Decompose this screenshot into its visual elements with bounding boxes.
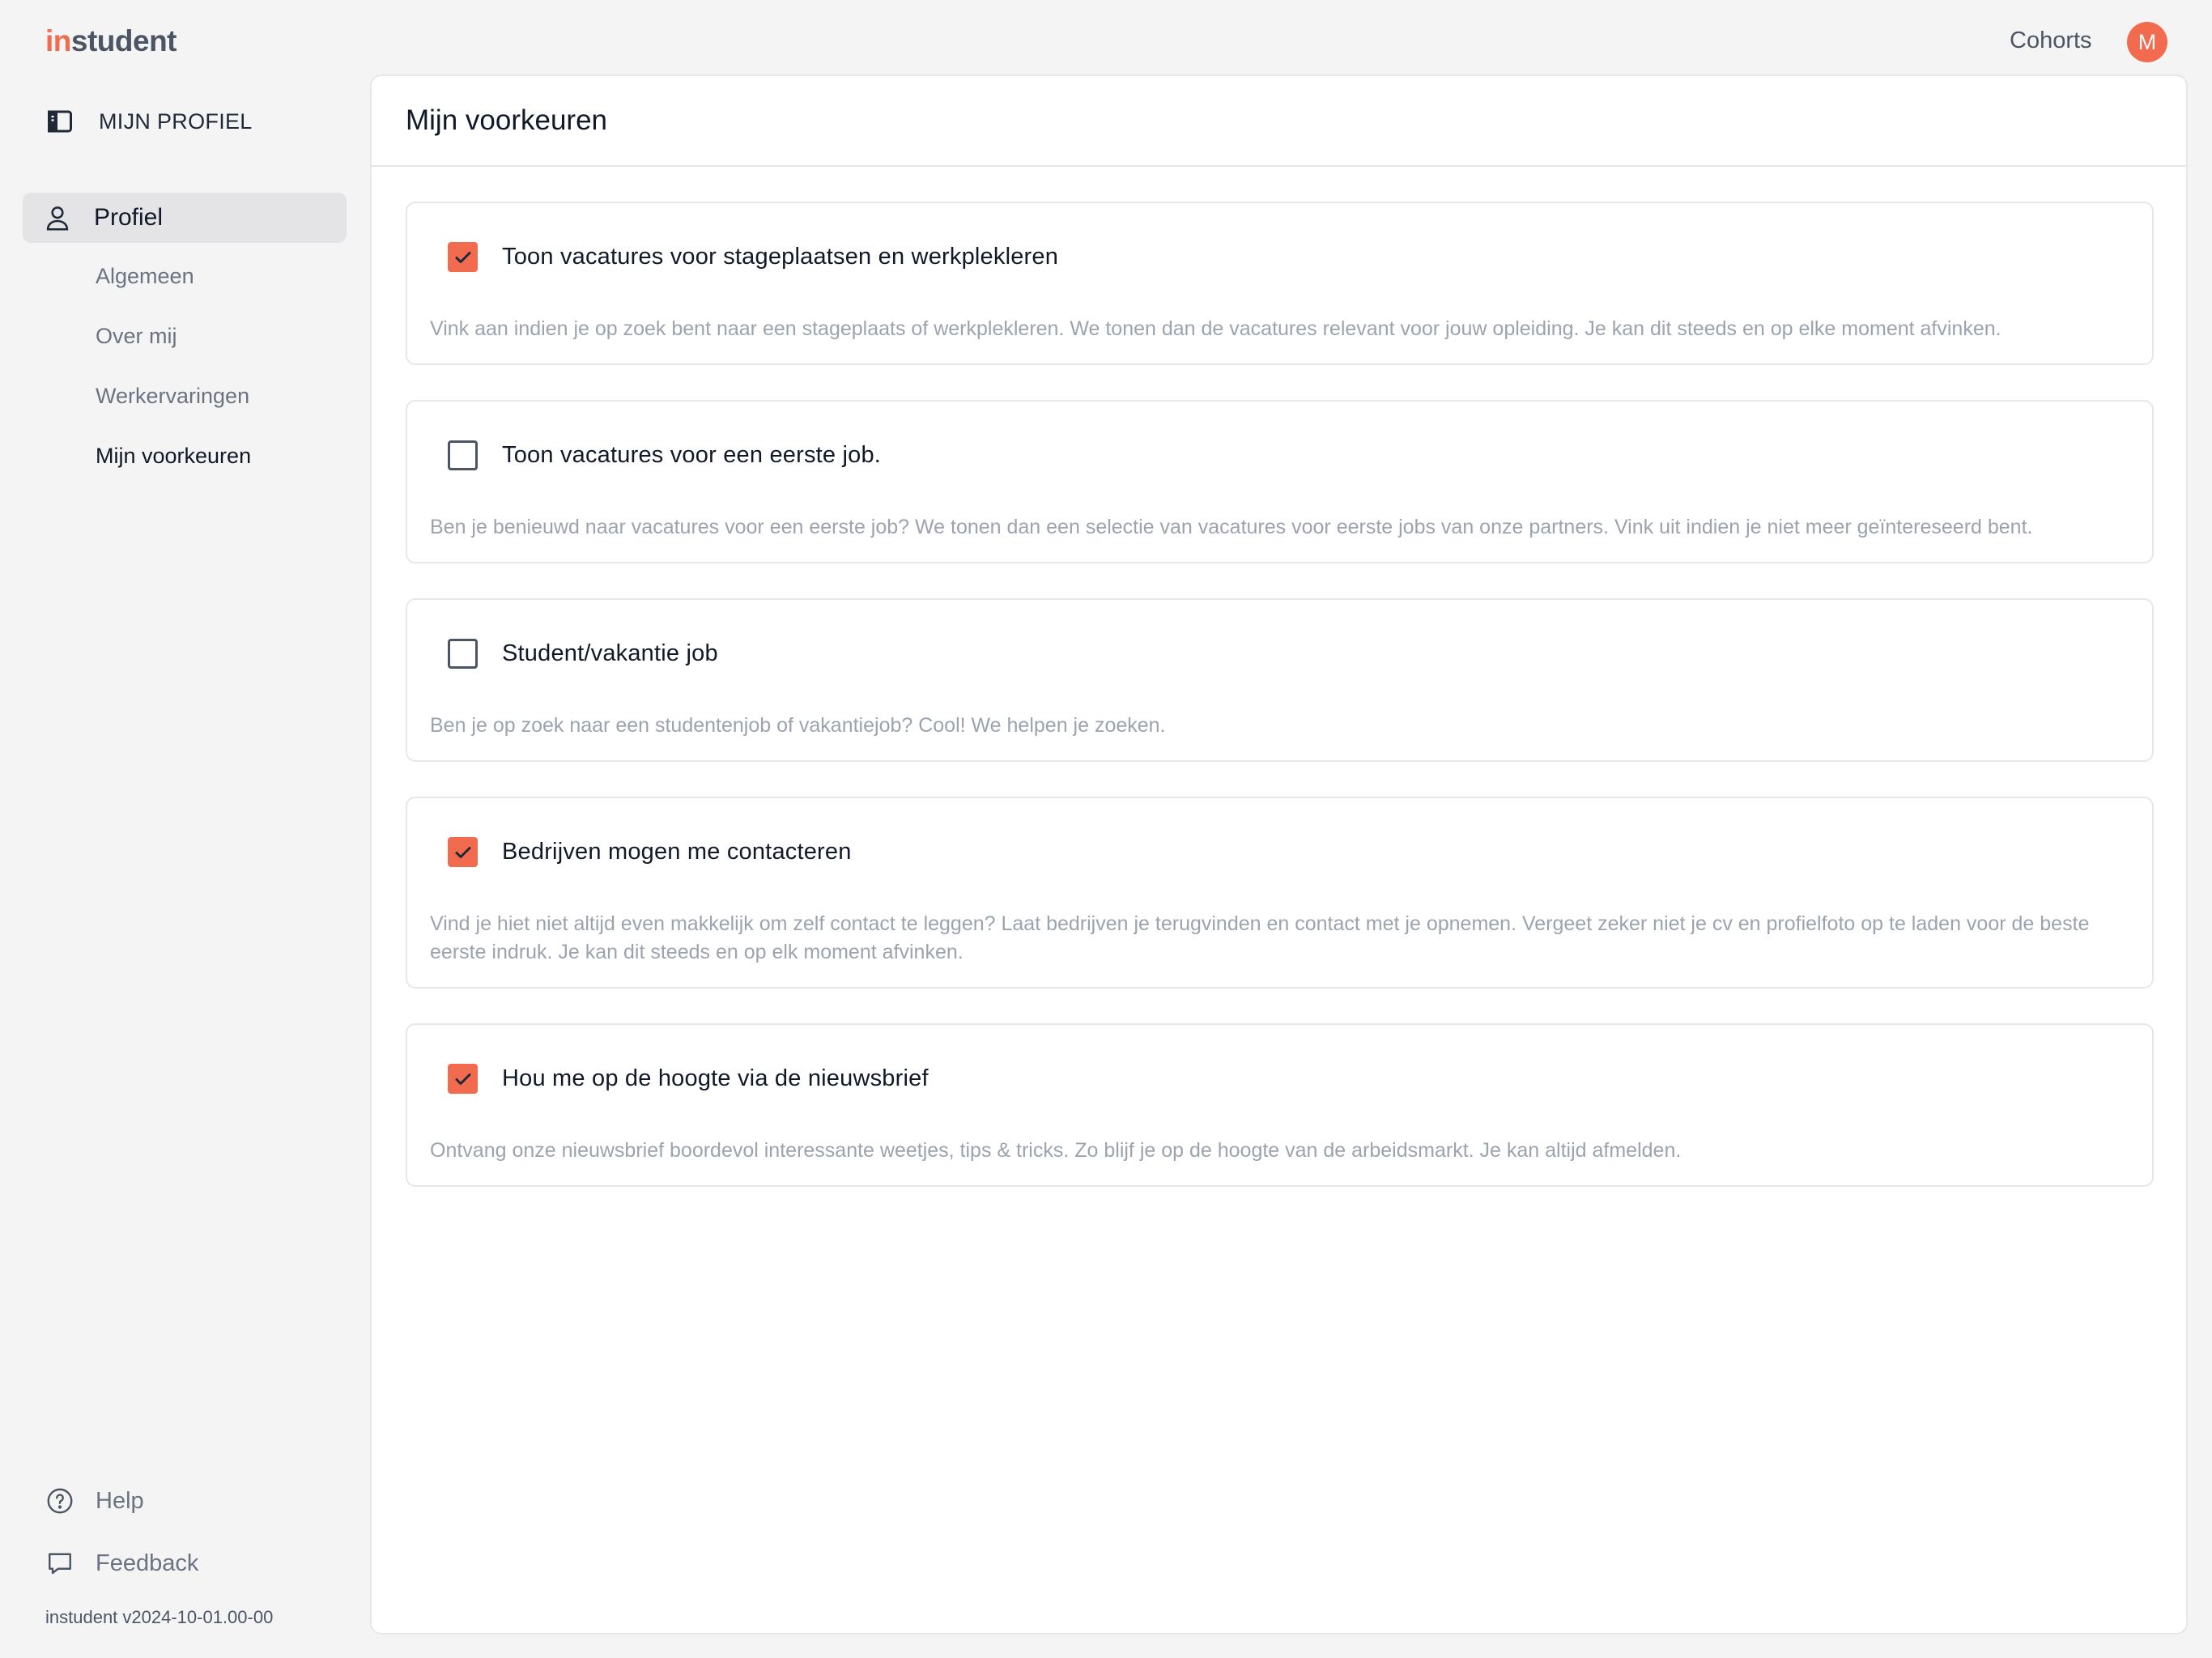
sidebar-section-title: MIJN PROFIEL: [99, 108, 253, 134]
preference-description: Ben je benieuwd naar vacatures voor een …: [430, 516, 2033, 538]
preference-label[interactable]: Toon vacatures voor stageplaatsen en wer…: [502, 244, 1058, 270]
subnav-item-algemeen[interactable]: Algemeen: [96, 264, 194, 289]
user-avatar[interactable]: M: [2127, 22, 2167, 62]
preference-description: Ontvang onze nieuwsbrief boordevol inter…: [430, 1139, 1682, 1162]
preference-checkbox[interactable]: [448, 837, 478, 867]
preferences-panel: Mijn voorkeuren Toon vacatures voor stag…: [370, 74, 2188, 1635]
help-link[interactable]: Help: [45, 1485, 144, 1517]
preference-label[interactable]: Student/vakantie job: [502, 640, 718, 667]
preference-card-student-job: Student/vakantie job Ben je op zoek naar…: [406, 598, 2154, 762]
help-label: Help: [96, 1487, 144, 1514]
chat-bubble-icon: [45, 1549, 74, 1578]
preference-checkbox[interactable]: [448, 242, 478, 272]
sidebar-item-label: Profiel: [94, 204, 164, 231]
help-icon: [45, 1486, 74, 1516]
preference-description: Vind je hiet niet altijd even makkelijk …: [430, 912, 2090, 963]
sidebar-section-header[interactable]: MIJN PROFIEL: [45, 105, 253, 138]
checkmark-icon: [455, 846, 470, 858]
preference-label[interactable]: Toon vacatures voor een eerste job.: [502, 442, 881, 469]
subnav-item-over-mij[interactable]: Over mij: [96, 324, 177, 349]
preference-label[interactable]: Bedrijven mogen me contacteren: [502, 839, 852, 865]
top-bar: instudent Cohorts M: [0, 0, 2212, 74]
panel-header: Mijn voorkeuren: [372, 76, 2186, 167]
preference-description: Ben je op zoek naar een studentenjob of …: [430, 714, 1166, 737]
preference-card-stage: Toon vacatures voor stageplaatsen en wer…: [406, 202, 2154, 365]
subnav-item-werkervaringen[interactable]: Werkervaringen: [96, 384, 249, 409]
preference-card-contact: Bedrijven mogen me contacteren Vind je h…: [406, 797, 2154, 988]
checkmark-icon: [455, 251, 470, 263]
checkmark-icon: [455, 1073, 470, 1085]
user-icon: [42, 202, 73, 233]
page-title: Mijn voorkeuren: [406, 104, 607, 136]
preference-label[interactable]: Hou me op de hoogte via de nieuwsbrief: [502, 1065, 929, 1092]
preference-card-first-job: Toon vacatures voor een eerste job. Ben …: [406, 400, 2154, 563]
feedback-link[interactable]: Feedback: [45, 1547, 198, 1579]
sidebar-panel-icon: [45, 107, 74, 136]
preference-card-newsletter: Hou me op de hoogte via de nieuwsbrief O…: [406, 1023, 2154, 1187]
sidebar-item-profiel[interactable]: Profiel: [23, 193, 347, 243]
preference-checkbox[interactable]: [448, 1064, 478, 1094]
app-version: instudent v2024-10-01.00-00: [45, 1607, 274, 1627]
preference-description: Vink aan indien je op zoek bent naar een…: [430, 317, 2001, 340]
subnav-item-mijn-voorkeuren[interactable]: Mijn voorkeuren: [96, 444, 251, 469]
app-logo[interactable]: instudent: [45, 24, 177, 58]
preference-checkbox[interactable]: [448, 639, 478, 669]
cohorts-link[interactable]: Cohorts: [2010, 28, 2092, 54]
feedback-label: Feedback: [96, 1550, 199, 1576]
preference-checkbox[interactable]: [448, 440, 478, 470]
